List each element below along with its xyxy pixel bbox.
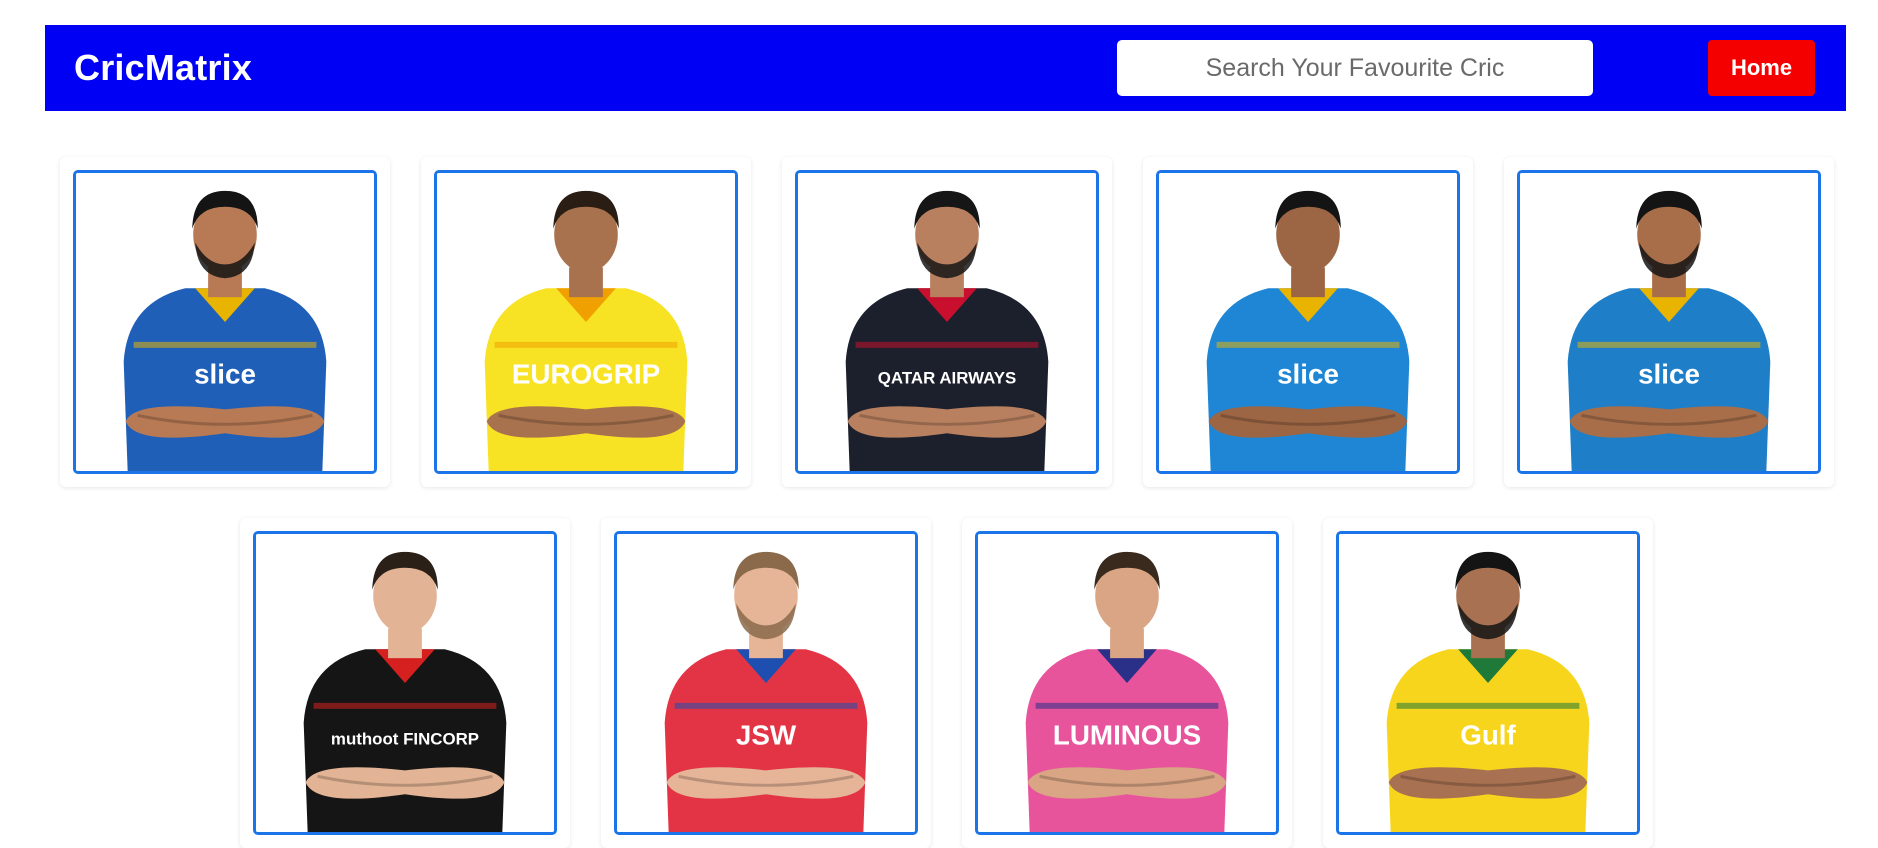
- home-button[interactable]: Home: [1708, 40, 1815, 96]
- player-photo: slice: [1159, 173, 1457, 471]
- player-photo: slice: [76, 173, 374, 471]
- player-photo-frame: muthoot FINCORP: [253, 531, 557, 835]
- player-photo-frame: EUROGRIP: [434, 170, 738, 474]
- player-photo: Gulf: [1339, 534, 1637, 832]
- brand-logo[interactable]: CricMatrix: [74, 25, 252, 111]
- player-card-9[interactable]: Gulf: [1323, 518, 1653, 848]
- player-card-2[interactable]: EUROGRIP: [421, 157, 751, 487]
- player-card-1[interactable]: slice: [60, 157, 390, 487]
- search-input[interactable]: [1117, 40, 1593, 96]
- player-photo: muthoot FINCORP: [256, 534, 554, 832]
- player-card-6[interactable]: muthoot FINCORP: [240, 518, 570, 848]
- player-photo-frame: LUMINOUS: [975, 531, 1279, 835]
- svg-text:slice: slice: [194, 359, 256, 390]
- player-photo-frame: slice: [1517, 170, 1821, 474]
- svg-text:LUMINOUS: LUMINOUS: [1053, 720, 1201, 751]
- player-card-4[interactable]: slice: [1143, 157, 1473, 487]
- player-photo: QATAR AIRWAYS: [798, 173, 1096, 471]
- svg-text:slice: slice: [1638, 359, 1700, 390]
- player-photo: slice: [1520, 173, 1818, 471]
- player-photo-frame: JSW: [614, 531, 918, 835]
- top-navbar: CricMatrix Home: [45, 25, 1846, 111]
- svg-text:EUROGRIP: EUROGRIP: [512, 359, 660, 390]
- svg-text:slice: slice: [1277, 359, 1339, 390]
- player-photo: JSW: [617, 534, 915, 832]
- svg-text:QATAR AIRWAYS: QATAR AIRWAYS: [878, 369, 1016, 388]
- svg-text:muthoot FINCORP: muthoot FINCORP: [331, 730, 479, 749]
- svg-text:Gulf: Gulf: [1460, 720, 1516, 751]
- player-card-5[interactable]: slice: [1504, 157, 1834, 487]
- player-card-3[interactable]: QATAR AIRWAYS: [782, 157, 1112, 487]
- player-photo-frame: Gulf: [1336, 531, 1640, 835]
- player-photo: EUROGRIP: [437, 173, 735, 471]
- player-photo-frame: QATAR AIRWAYS: [795, 170, 1099, 474]
- player-photo-frame: slice: [73, 170, 377, 474]
- svg-text:JSW: JSW: [736, 720, 797, 751]
- player-photo: LUMINOUS: [978, 534, 1276, 832]
- player-card-8[interactable]: LUMINOUS: [962, 518, 1292, 848]
- player-card-7[interactable]: JSW: [601, 518, 931, 848]
- player-photo-frame: slice: [1156, 170, 1460, 474]
